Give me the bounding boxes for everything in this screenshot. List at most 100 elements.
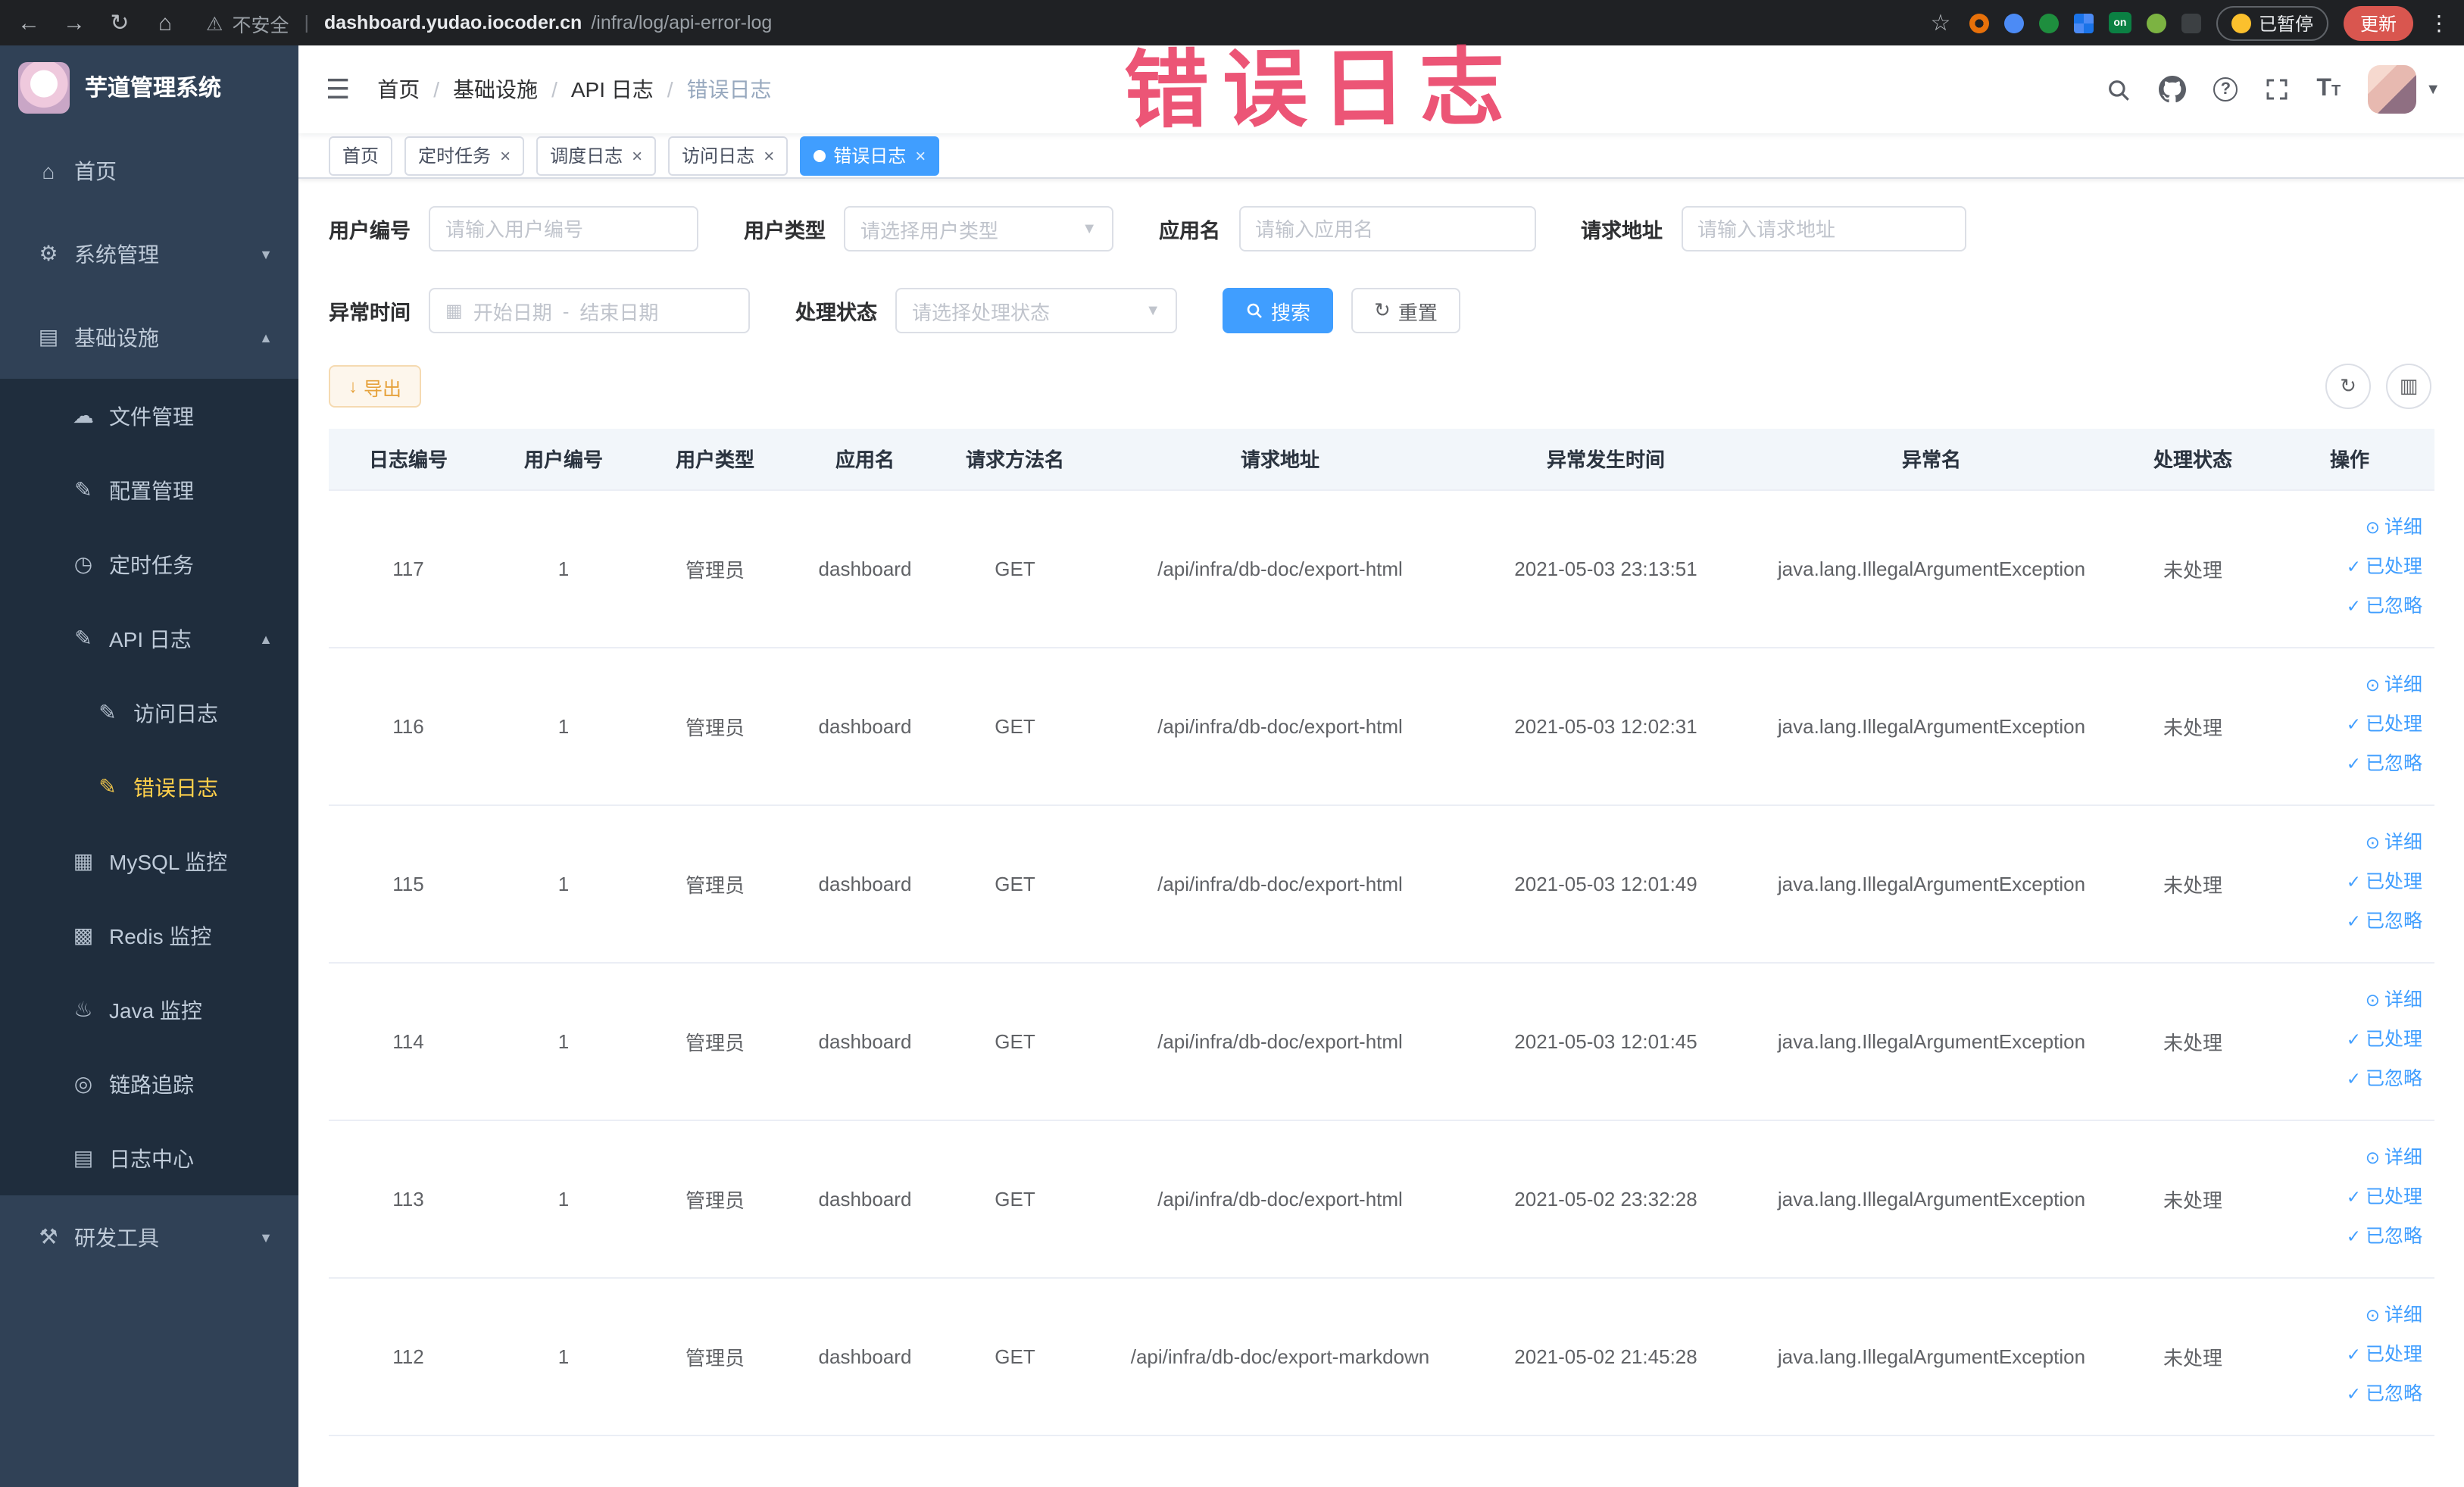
breadcrumb-separator: /: [551, 77, 557, 102]
export-button[interactable]: ↓ 导出: [329, 365, 422, 408]
row-action-ignored[interactable]: ✓ 已忽略: [2265, 745, 2422, 785]
row-action-processed[interactable]: ✓ 已处理: [2265, 1021, 2422, 1061]
sidebar-item-config-management[interactable]: ✎ 配置管理: [0, 453, 298, 527]
sidebar-item-scheduled-tasks[interactable]: ◷ 定时任务: [0, 527, 298, 601]
browser-menu-icon[interactable]: ⋮: [2428, 10, 2450, 36]
row-action-processed[interactable]: ✓ 已处理: [2265, 1336, 2422, 1376]
sidebar-item-mysql-monitor[interactable]: ▦ MySQL 监控: [0, 824, 298, 898]
row-action-detail[interactable]: ⊙ 详细: [2265, 509, 2422, 548]
process-status-select[interactable]: 请选择处理状态 ▼: [895, 288, 1177, 333]
font-size-icon[interactable]: TT: [2316, 76, 2341, 103]
row-action-detail[interactable]: ⊙ 详细: [2265, 1139, 2422, 1179]
row-action-detail[interactable]: ⊙ 详细: [2265, 824, 2422, 864]
sidebar-item-trace[interactable]: ◎ 链路追踪: [0, 1047, 298, 1121]
row-action-detail[interactable]: ⊙ 详细: [2265, 1297, 2422, 1336]
tab-access-log[interactable]: 访问日志 ×: [668, 136, 789, 175]
exception-time-range-picker[interactable]: ▦ 开始日期 - 结束日期: [429, 288, 750, 333]
sidebar-item-error-log[interactable]: ✎ 错误日志: [0, 750, 298, 824]
browser-home-icon[interactable]: ⌂: [151, 10, 179, 36]
sidebar-menu: ⌂ 首页 ⚙ 系统管理 ▼ ▤ 基础设施 ▲ ☁ 文件管理 ✎ 配置管理 ◷ 定…: [0, 129, 298, 1279]
tab-error-log[interactable]: 错误日志 ×: [800, 136, 940, 175]
extension-green-icon[interactable]: [2038, 13, 2059, 33]
extension-grid-icon[interactable]: [2073, 13, 2094, 33]
browser-back-icon[interactable]: ←: [15, 10, 42, 36]
check-icon: ✓: [2346, 756, 2361, 774]
row-action-ignored[interactable]: ✓ 已忽略: [2265, 1218, 2422, 1257]
refresh-table-button[interactable]: ↻: [2325, 364, 2371, 409]
chevron-down-icon: ▼: [1145, 302, 1160, 319]
logo-image: [18, 61, 70, 113]
reset-button[interactable]: ↻ 重置: [1351, 288, 1460, 333]
row-action-ignored[interactable]: ✓ 已忽略: [2265, 1061, 2422, 1100]
update-button[interactable]: 更新: [2343, 5, 2413, 40]
sidebar-item-java-monitor[interactable]: ♨ Java 监控: [0, 973, 298, 1047]
fullscreen-icon[interactable]: [2265, 77, 2289, 102]
row-action-ignored[interactable]: ✓ 已忽略: [2265, 1376, 2422, 1415]
extension-leaf-icon[interactable]: [2146, 13, 2166, 33]
sidebar-item-home[interactable]: ⌂ 首页: [0, 129, 298, 212]
url-path: /infra/log/api-error-log: [591, 12, 773, 33]
close-icon[interactable]: ×: [632, 145, 642, 166]
column-header-7: 异常名: [1742, 429, 2121, 490]
row-action-detail[interactable]: ⊙ 详细: [2265, 982, 2422, 1021]
close-icon[interactable]: ×: [500, 145, 511, 166]
cell-exception-name: java.lang.IllegalArgumentException: [1742, 1120, 2121, 1278]
request-url-input[interactable]: [1681, 206, 1966, 251]
extension-pin-icon[interactable]: [2181, 13, 2201, 33]
tab-home[interactable]: 首页: [329, 136, 393, 175]
column-settings-button[interactable]: ▥: [2386, 364, 2431, 409]
close-icon[interactable]: ×: [764, 145, 774, 166]
sidebar-item-system-management[interactable]: ⚙ 系统管理 ▼: [0, 212, 298, 295]
sidebar-item-log-center[interactable]: ▤ 日志中心: [0, 1121, 298, 1195]
address-bar[interactable]: ⚠ 不安全 | dashboard.yudao.iocoder.cn/infra…: [206, 8, 772, 37]
user-id-input[interactable]: [429, 206, 698, 251]
row-action-ignored[interactable]: ✓ 已忽略: [2265, 588, 2422, 627]
tab-scheduled-tasks[interactable]: 定时任务 ×: [404, 136, 525, 175]
user-type-select[interactable]: 请选择用户类型 ▼: [844, 206, 1113, 251]
cell-log-id: 113: [329, 1120, 488, 1278]
browser-reload-icon[interactable]: ↻: [106, 9, 133, 36]
url-host: dashboard.yudao.iocoder.cn: [323, 12, 582, 33]
row-action-processed[interactable]: ✓ 已处理: [2265, 1179, 2422, 1218]
bookmark-star-icon[interactable]: ☆: [1927, 9, 1954, 36]
search-icon[interactable]: [2106, 77, 2131, 102]
sidebar-item-dev-tools[interactable]: ⚒ 研发工具 ▼: [0, 1195, 298, 1279]
breadcrumb-item-error-log: 错误日志: [686, 77, 772, 102]
sidebar-item-api-log[interactable]: ✎ API 日志 ▲: [0, 601, 298, 676]
browser-forward-icon[interactable]: →: [61, 10, 88, 36]
help-icon[interactable]: ?: [2213, 77, 2238, 102]
address-separator: |: [304, 12, 309, 33]
extension-orange-icon[interactable]: [1969, 13, 1989, 33]
row-action-detail[interactable]: ⊙ 详细: [2265, 667, 2422, 706]
sidebar-item-file-management[interactable]: ☁ 文件管理: [0, 379, 298, 453]
row-action-processed[interactable]: ✓ 已处理: [2265, 548, 2422, 588]
breadcrumb-item-infrastructure[interactable]: 基础设施: [453, 74, 538, 105]
search-button[interactable]: 搜索: [1223, 288, 1334, 333]
user-menu[interactable]: ▼: [2368, 65, 2441, 114]
row-action-ignored[interactable]: ✓ 已忽略: [2265, 903, 2422, 942]
paused-button[interactable]: 已暂停: [2216, 5, 2328, 40]
close-icon[interactable]: ×: [915, 145, 926, 166]
doc-icon: ✎: [98, 700, 117, 724]
app-root: ← → ↻ ⌂ ⚠ 不安全 | dashboard.yudao.iocoder.…: [0, 0, 2464, 1487]
tab-schedule-log[interactable]: 调度日志 ×: [536, 136, 657, 175]
sidebar-logo[interactable]: 芋道管理系统: [0, 45, 298, 129]
breadcrumb-separator: /: [433, 77, 440, 102]
app-name-input[interactable]: [1238, 206, 1535, 251]
sidebar-item-access-log[interactable]: ✎ 访问日志: [0, 676, 298, 750]
log-center-icon: ▤: [73, 1145, 94, 1170]
row-action-processed[interactable]: ✓ 已处理: [2265, 706, 2422, 745]
table-row: 114 1 管理员 dashboard GET /api/infra/db-do…: [329, 962, 2434, 1120]
trace-icon: ◎: [73, 1071, 93, 1095]
sidebar-item-infrastructure[interactable]: ▤ 基础设施 ▲: [0, 295, 298, 379]
github-icon[interactable]: [2159, 76, 2187, 103]
extension-on-badge[interactable]: on: [2108, 12, 2131, 33]
sidebar-item-redis-monitor[interactable]: ▩ Redis 监控: [0, 898, 298, 973]
eye-icon: ⊙: [2365, 992, 2380, 1011]
hamburger-icon[interactable]: ☰: [298, 73, 377, 105]
extension-blue-icon[interactable]: [2003, 13, 2024, 33]
breadcrumb-item-api-log[interactable]: API 日志: [571, 74, 654, 105]
breadcrumb-item-home[interactable]: 首页: [377, 74, 420, 105]
row-action-processed[interactable]: ✓ 已处理: [2265, 864, 2422, 903]
check-icon: ✓: [2346, 1071, 2361, 1089]
